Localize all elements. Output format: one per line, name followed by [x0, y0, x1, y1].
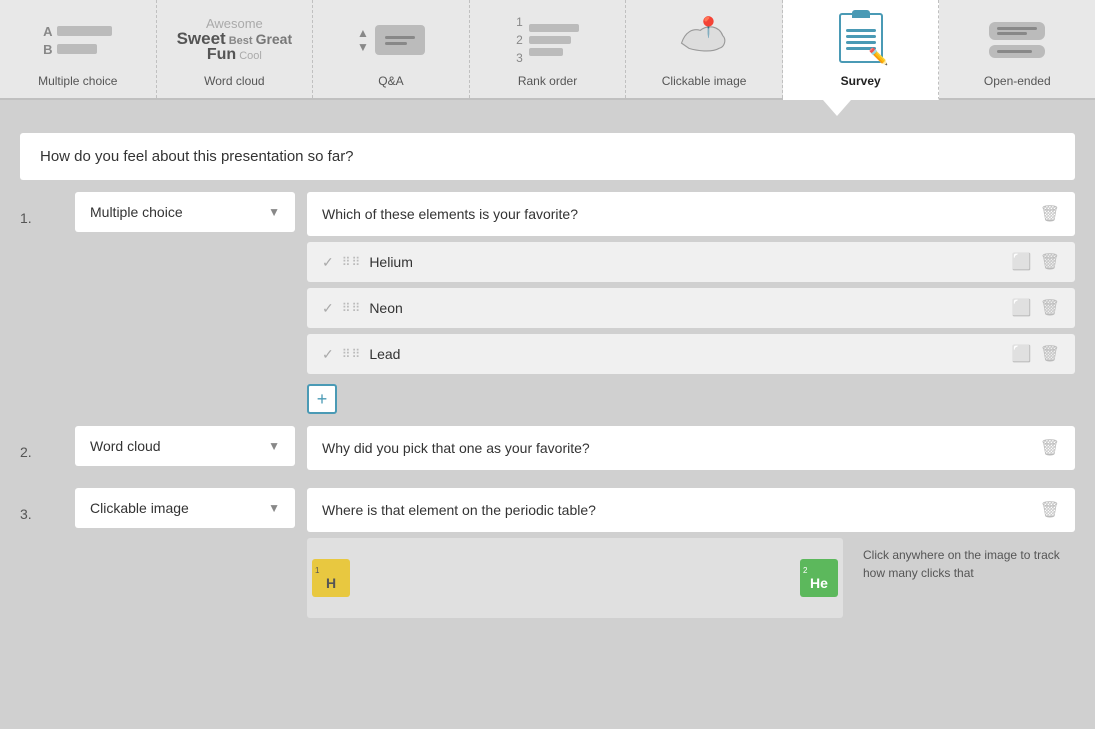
question-block-3: 3. Clickable image ▼ Where is that eleme… [20, 488, 1075, 618]
image-icon-lead[interactable]: ⬜ [1012, 344, 1032, 364]
type-label-1: Multiple choice [90, 204, 183, 220]
qa-icon: ▲ ▼ [361, 10, 421, 70]
delete-lead[interactable]: 🗑 [1040, 344, 1060, 364]
nav-item-word-cloud[interactable]: Awesome Sweet Best Great Fun Cool Word c… [157, 0, 314, 98]
nav-item-qa[interactable]: ▲ ▼ Q&A [313, 0, 470, 98]
question-block-1: 1. Multiple choice ▼ Which of these elem… [20, 192, 1075, 414]
drag-neon: ⠿⠿ [342, 301, 362, 315]
answer-option-lead: ✓ ⠿⠿ Lead ⬜ 🗑 [307, 334, 1075, 374]
question-block-2: 2. Word cloud ▼ Why did you pick that on… [20, 426, 1075, 476]
answer-text-helium[interactable]: Helium [369, 254, 1003, 270]
question-text-1[interactable]: Which of these elements is your favorite… [307, 192, 1075, 236]
question-number-3: 3. [20, 488, 75, 522]
delete-helium[interactable]: 🗑 [1040, 252, 1060, 272]
survey-icon: ✏️ [831, 10, 891, 70]
answer-option-helium: ✓ ⠿⠿ Helium ⬜ 🗑 [307, 242, 1075, 282]
image-icon-neon[interactable]: ⬜ [1012, 298, 1032, 318]
survey-title[interactable]: How do you feel about this presentation … [20, 133, 1075, 180]
dropdown-arrow-1[interactable]: ▼ [268, 205, 280, 219]
dropdown-arrow-2[interactable]: ▼ [268, 439, 280, 453]
nav-label-survey: Survey [841, 74, 881, 88]
answer-actions-helium: ⬜ 🗑 [1012, 252, 1060, 272]
image-icon-helium[interactable]: ⬜ [1012, 252, 1032, 272]
delete-neon[interactable]: 🗑 [1040, 298, 1060, 318]
answer-text-neon[interactable]: Neon [369, 300, 1003, 316]
periodic-table-preview: 1 H 2 He Click anywhere on the image to … [307, 538, 1075, 618]
question-type-2[interactable]: Word cloud ▼ [75, 426, 295, 466]
check-helium: ✓ [322, 254, 334, 271]
open-ended-icon [987, 10, 1047, 70]
check-neon: ✓ [322, 300, 334, 317]
survey-editor: How do you feel about this presentation … [0, 118, 1095, 645]
question-content-1: Which of these elements is your favorite… [307, 192, 1075, 414]
check-lead: ✓ [322, 346, 334, 363]
nav-label-qa: Q&A [378, 74, 403, 88]
rank-order-icon: 1 2 3 [518, 10, 578, 70]
nav-label-rank-order: Rank order [518, 74, 577, 88]
word-cloud-icon: Awesome Sweet Best Great Fun Cool [204, 10, 264, 70]
question-type-nav: A B Multiple choice Awesome Sweet Best G… [0, 0, 1095, 100]
dropdown-arrow-3[interactable]: ▼ [268, 501, 280, 515]
question-content-2: Why did you pick that one as your favori… [307, 426, 1075, 476]
element-tile-h: 1 H [312, 559, 350, 597]
answer-option-neon: ✓ ⠿⠿ Neon ⬜ 🗑 [307, 288, 1075, 328]
multiple-choice-icon: A B [48, 10, 108, 70]
drag-helium: ⠿⠿ [342, 255, 362, 269]
type-label-2: Word cloud [90, 438, 161, 454]
element-tile-he: 2 He [800, 559, 838, 597]
periodic-image[interactable]: 1 H 2 He [307, 538, 843, 618]
nav-label-open-ended: Open-ended [984, 74, 1051, 88]
question-number-1: 1. [20, 192, 75, 226]
nav-label-multiple-choice: Multiple choice [38, 74, 117, 88]
drag-lead: ⠿⠿ [342, 347, 362, 361]
answer-actions-neon: ⬜ 🗑 [1012, 298, 1060, 318]
type-label-3: Clickable image [90, 500, 189, 516]
delete-question-3[interactable]: 🗑 [1040, 500, 1060, 520]
nav-item-rank-order[interactable]: 1 2 3 Rank order [470, 0, 627, 98]
question-number-2: 2. [20, 426, 75, 460]
question-content-3: Where is that element on the periodic ta… [307, 488, 1075, 618]
add-answer-button[interactable]: + [307, 384, 337, 414]
nav-item-open-ended[interactable]: Open-ended [939, 0, 1095, 98]
nav-label-clickable-image: Clickable image [662, 74, 747, 88]
nav-item-multiple-choice[interactable]: A B Multiple choice [0, 0, 157, 98]
question-type-1[interactable]: Multiple choice ▼ [75, 192, 295, 232]
nav-item-survey[interactable]: ✏️ Survey [783, 0, 940, 100]
delete-question-2[interactable]: 🗑 [1040, 438, 1060, 458]
delete-question-1[interactable]: 🗑 [1040, 204, 1060, 224]
answer-actions-lead: ⬜ 🗑 [1012, 344, 1060, 364]
nav-label-word-cloud: Word cloud [204, 74, 264, 88]
question-text-2[interactable]: Why did you pick that one as your favori… [307, 426, 1075, 470]
answer-text-lead[interactable]: Lead [369, 346, 1003, 362]
periodic-hint: Click anywhere on the image to track how… [855, 538, 1075, 590]
question-type-3[interactable]: Clickable image ▼ [75, 488, 295, 528]
clickable-image-icon: 📍 [674, 10, 734, 70]
question-text-3[interactable]: Where is that element on the periodic ta… [307, 488, 1075, 532]
nav-item-clickable-image[interactable]: 📍 Clickable image [626, 0, 783, 98]
